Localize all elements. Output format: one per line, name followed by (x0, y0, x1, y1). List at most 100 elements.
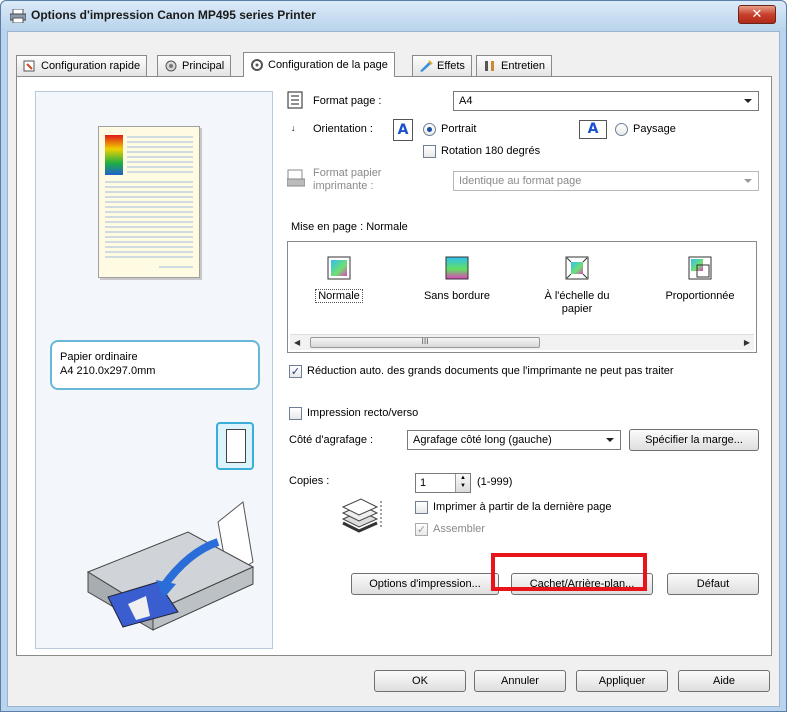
printer-paper-size-label: Format papier imprimante : (313, 167, 381, 193)
printer-paper-label-line2: imprimante : (313, 180, 374, 192)
printer-paper-size-value: Identique au format page (459, 175, 582, 187)
page-preview-thumbnail (98, 126, 200, 278)
paper-size-text: A4 210.0x297.0mm (60, 365, 156, 377)
dialog-client: Configuration rapide Principal Configura… (7, 31, 780, 707)
page-size-dropdown[interactable]: A4 (453, 91, 759, 111)
layout-borderless-icon (445, 256, 469, 280)
copies-label: Copies : (289, 475, 330, 487)
layout-fit-to-page-icon (565, 256, 589, 280)
collate-checkbox[interactable]: ✓ (415, 523, 428, 536)
auto-reduce-label: Réduction auto. des grands documents que… (307, 365, 674, 377)
scroll-left-icon[interactable]: ◀ (294, 338, 300, 347)
stapling-value: Agrafage côté long (gauche) (413, 434, 552, 446)
tab-label: Configuration de la page (268, 59, 388, 71)
layout-scaled-item[interactable]: Proportionnée (652, 256, 748, 303)
close-button[interactable]: ✕ (738, 5, 776, 24)
layout-list[interactable]: Normale Sans bordure À l'échelle du papi… (287, 241, 757, 353)
apply-button[interactable]: Appliquer (576, 670, 668, 692)
portrait-radio[interactable] (423, 123, 436, 136)
layout-fit-to-page-label2: papier (561, 303, 593, 315)
copies-stepper[interactable]: 1 ▲ ▼ (415, 473, 471, 493)
divider (287, 461, 757, 462)
scroll-thumb[interactable]: III (310, 337, 540, 348)
portrait-glyph-icon: A (393, 119, 413, 141)
page-setup-panel: Papier ordinaire A4 210.0x297.0mm Format… (16, 76, 772, 656)
tab-label: Effets (437, 60, 465, 72)
copies-value: 1 (420, 477, 427, 489)
scroll-right-icon[interactable]: ▶ (744, 338, 750, 347)
window-title: Options d'impression Canon MP495 series … (31, 8, 316, 22)
tab-label: Principal (182, 60, 225, 72)
highlight-box (491, 553, 647, 591)
quick-setup-icon (23, 60, 35, 72)
tab-label: Entretien (501, 60, 546, 72)
duplex-label: Impression recto/verso (307, 407, 419, 419)
copies-range-label: (1-999) (477, 476, 513, 488)
divider (287, 207, 757, 208)
chevron-down-icon (606, 438, 614, 442)
page-size-value: A4 (459, 95, 473, 107)
auto-reduce-checkbox[interactable]: ✓ (289, 365, 302, 378)
duplex-checkbox[interactable] (289, 407, 302, 420)
default-button[interactable]: Défaut (667, 573, 759, 595)
print-options-button[interactable]: Options d'impression... (351, 573, 499, 595)
landscape-label: Paysage (633, 123, 676, 135)
layout-scaled-label: Proportionnée (665, 290, 735, 302)
copies-stack-icon (341, 498, 382, 533)
page-orientation-icon (216, 422, 254, 470)
page-setup-icon (251, 59, 263, 71)
orientation-bullet-icon: ↓ (291, 123, 296, 133)
ok-button[interactable]: OK (374, 670, 466, 692)
orientation-label: Orientation : (313, 123, 373, 135)
stapling-label: Côté d'agrafage : (289, 434, 374, 446)
tab-quick-setup[interactable]: Configuration rapide (16, 55, 148, 76)
maintenance-icon (485, 61, 494, 71)
paper-type-text: Papier ordinaire (60, 351, 138, 363)
layout-horizontal-scrollbar[interactable]: ◀ III ▶ (290, 334, 754, 350)
printer-paper-size-dropdown[interactable]: Identique au format page (453, 171, 759, 191)
effects-icon (420, 60, 433, 72)
page-size-label: Format page : (313, 95, 382, 107)
chevron-down-icon (744, 99, 752, 103)
printer-illustration-icon (86, 501, 255, 631)
help-button[interactable]: Aide (678, 670, 770, 692)
printer-title-icon (10, 9, 26, 23)
layout-normal-label: Normale (315, 289, 363, 303)
layout-normal-icon (327, 256, 351, 280)
layout-borderless-item[interactable]: Sans bordure (412, 256, 502, 303)
stapling-dropdown[interactable]: Agrafage côté long (gauche) (407, 430, 621, 450)
title-bar[interactable]: Options d'impression Canon MP495 series … (1, 1, 786, 31)
rotate-180-checkbox[interactable] (423, 145, 436, 158)
stepper-arrows-icon[interactable]: ▲ ▼ (455, 474, 470, 492)
collate-label: Assembler (433, 523, 485, 535)
reverse-order-checkbox[interactable] (415, 501, 428, 514)
chevron-down-icon (744, 179, 752, 183)
layout-label: Mise en page : Normale (291, 221, 408, 233)
printer-paper-label-line1: Format papier (313, 167, 382, 179)
layout-borderless-label: Sans bordure (423, 290, 491, 302)
portrait-label: Portrait (441, 123, 477, 135)
specify-margin-button[interactable]: Spécifier la marge... (629, 429, 759, 451)
landscape-radio[interactable] (615, 123, 628, 136)
layout-scaled-icon (688, 256, 712, 280)
layout-normal-item[interactable]: Normale (304, 256, 374, 303)
main-icon (165, 60, 177, 72)
landscape-glyph-icon: A (579, 120, 607, 139)
divider (287, 393, 757, 394)
printer-paper-size-icon (287, 169, 305, 187)
tab-main[interactable]: Principal (157, 55, 232, 76)
reverse-order-label: Imprimer à partir de la dernière page (433, 501, 612, 513)
print-options-window: Options d'impression Canon MP495 series … (0, 0, 787, 712)
page-preview-content-icon (105, 135, 193, 268)
tab-effects[interactable]: Effets (412, 55, 472, 76)
tab-page-setup[interactable]: Configuration de la page (243, 52, 395, 77)
tab-maintenance[interactable]: Entretien (476, 55, 553, 76)
layout-fit-to-page-label: À l'échelle du (544, 290, 610, 302)
paper-info-box: Papier ordinaire A4 210.0x297.0mm (50, 340, 260, 390)
tab-label: Configuration rapide (41, 60, 141, 72)
layout-fit-to-page-item[interactable]: À l'échelle du papier (532, 256, 622, 316)
page-size-icon (287, 91, 303, 109)
cancel-button[interactable]: Annuler (474, 670, 566, 692)
rotate-180-label: Rotation 180 degrés (441, 145, 541, 157)
preview-pane: Papier ordinaire A4 210.0x297.0mm (35, 91, 273, 649)
